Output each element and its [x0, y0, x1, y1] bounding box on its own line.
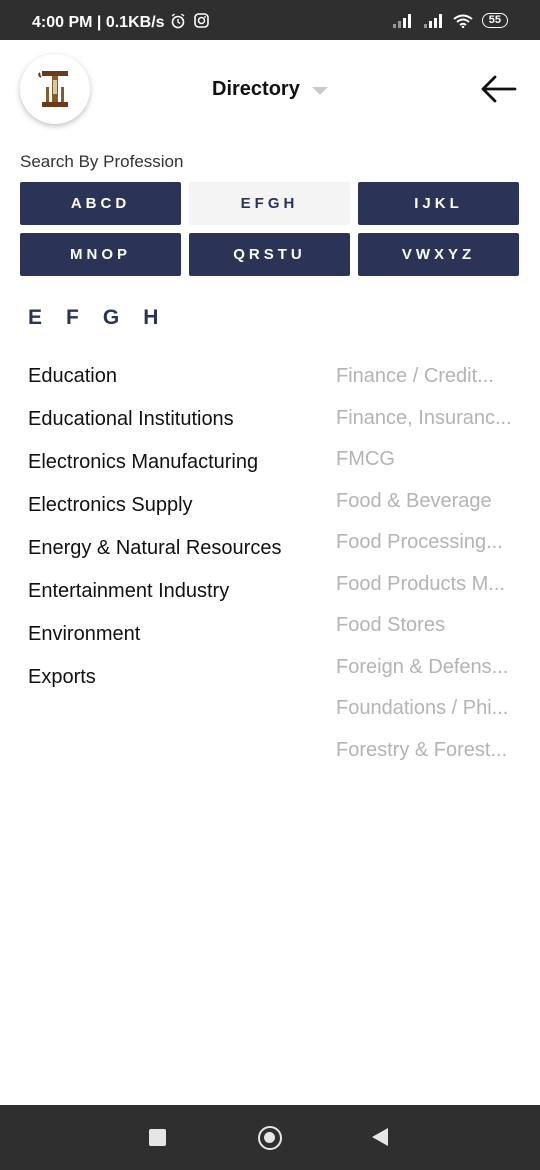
status-bar: 4:00 PM | 0.1KB/s 55 — [0, 0, 540, 40]
letter-group-button-efgh[interactable]: EFGH — [189, 182, 350, 225]
list-item[interactable]: Electronics Supply — [28, 493, 328, 536]
letter-filter-row: E F G H — [28, 306, 158, 330]
instagram-icon — [194, 13, 209, 28]
letter-filter-e[interactable]: E — [28, 306, 42, 330]
list-item[interactable]: Foundations / Phi... — [336, 696, 516, 738]
list-item[interactable]: Electronics Manufacturing — [28, 450, 328, 493]
letter-group-button-vwxyz[interactable]: VWXYZ — [358, 233, 519, 276]
letter-group-button-abcd[interactable]: ABCD — [20, 182, 181, 225]
system-nav-bar — [0, 1105, 540, 1170]
list-item[interactable]: Food Products M... — [336, 572, 516, 614]
directory-dropdown[interactable]: Directory — [212, 78, 328, 101]
wifi-icon — [453, 14, 473, 28]
letter-group-button-ijkl[interactable]: IJKL — [358, 182, 519, 225]
status-icons-right: 55 — [391, 13, 508, 28]
letter-group-grid: ABCD EFGH IJKL MNOP QRSTU VWXYZ — [20, 182, 520, 276]
list-item[interactable]: Forestry & Forest... — [336, 738, 516, 780]
list-item[interactable]: Education — [28, 364, 328, 407]
list-item[interactable]: Food Stores — [336, 613, 516, 655]
letter-filter-f[interactable]: F — [66, 306, 79, 330]
list-item[interactable]: Finance / Credit... — [336, 364, 516, 406]
signal-icon — [391, 13, 413, 28]
back-icon[interactable] — [372, 1128, 388, 1146]
app-logo[interactable] — [20, 54, 90, 124]
recent-apps-icon[interactable] — [149, 1129, 166, 1146]
signal-icon — [422, 13, 444, 28]
list-item[interactable]: Environment — [28, 622, 328, 665]
letter-group-button-qrstu[interactable]: QRSTU — [189, 233, 350, 276]
profession-list-f: Finance / Credit... Finance, Insuranc...… — [336, 364, 516, 779]
list-item[interactable]: Foreign & Defens... — [336, 655, 516, 697]
directory-logo-icon — [38, 71, 68, 107]
list-item[interactable]: Educational Institutions — [28, 407, 328, 450]
status-icons-left — [170, 13, 209, 29]
list-item[interactable]: Exports — [28, 665, 328, 708]
alarm-icon — [171, 13, 185, 29]
profession-list-e: Education Educational Institutions Elect… — [28, 364, 328, 708]
arrow-left-icon[interactable] — [478, 72, 518, 106]
list-item[interactable]: Energy & Natural Resources — [28, 536, 328, 579]
letter-group-button-mnop[interactable]: MNOP — [20, 233, 181, 276]
search-by-profession-label: Search By Profession — [20, 152, 184, 171]
list-item[interactable]: Food & Beverage — [336, 489, 516, 531]
chevron-down-icon — [311, 86, 328, 95]
letter-filter-h[interactable]: H — [143, 306, 158, 330]
home-icon[interactable] — [258, 1126, 282, 1150]
battery-icon: 55 — [481, 13, 508, 28]
list-item[interactable]: Food Processing... — [336, 530, 516, 572]
list-item[interactable]: FMCG — [336, 447, 516, 489]
page-title: Directory — [212, 78, 300, 100]
list-item[interactable]: Finance, Insuranc... — [336, 406, 516, 448]
status-time: 4:00 PM | 0.1KB/s — [32, 14, 165, 31]
list-item[interactable]: Entertainment Industry — [28, 579, 328, 622]
letter-filter-g[interactable]: G — [103, 306, 119, 330]
header: Directory — [0, 40, 540, 140]
